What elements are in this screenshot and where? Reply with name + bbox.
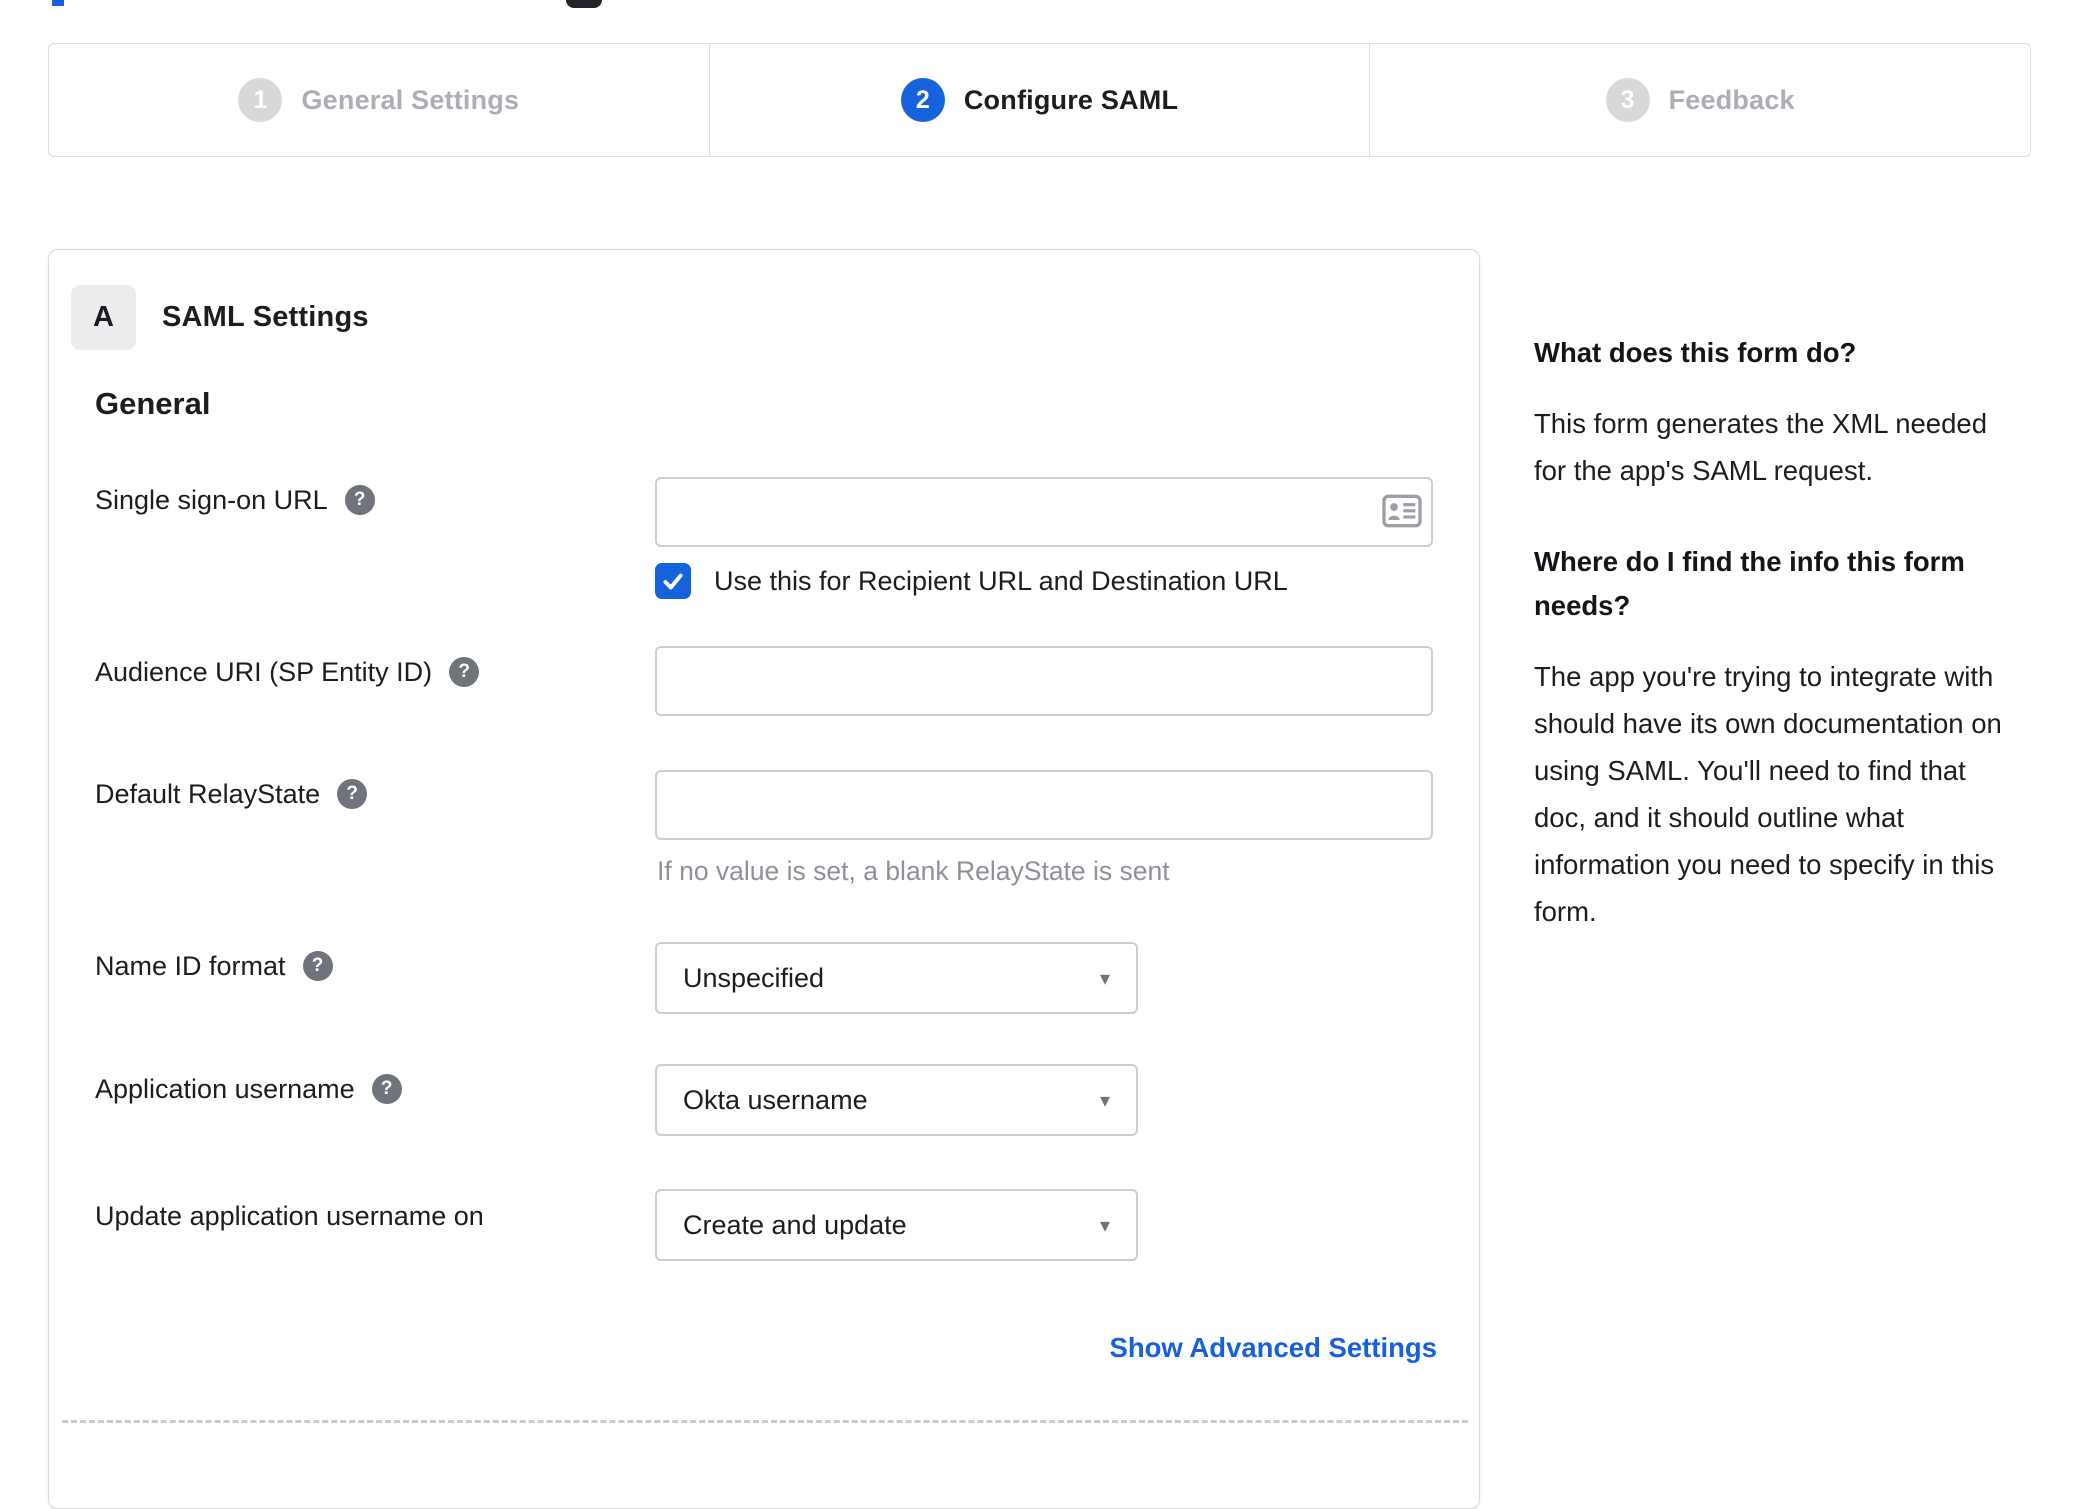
update-username-select[interactable]: Create and update ▾ [655,1189,1138,1261]
sso-url-input[interactable] [655,477,1433,547]
audience-uri-label-row: Audience URI (SP Entity ID) ? [95,650,480,694]
step-3-circle: 3 [1605,78,1650,122]
recipient-url-checkbox-label: Use this for Recipient URL and Destinati… [714,565,1288,596]
step-2-circle: 2 [900,78,945,122]
relaystate-label-row: Default RelayState ? [95,772,368,816]
relaystate-input[interactable] [655,770,1433,840]
audience-uri-input[interactable] [655,646,1433,716]
cutoff-dark-fragment [566,0,602,8]
update-username-label-row: Update application username on [95,1194,484,1238]
nameid-select[interactable]: Unspecified ▾ [655,942,1138,1014]
section-divider-dashed [62,1420,1468,1423]
nameid-select-value: Unspecified [683,962,825,993]
sso-url-label: Single sign-on URL [95,484,328,515]
sso-help-icon[interactable]: ? [344,485,375,515]
step-1-circle: 1 [238,78,283,122]
audience-help-icon[interactable]: ? [449,657,480,687]
sidebar-question-2: Where do I find the info this form needs… [1534,546,1965,621]
help-sidebar: What does this form do? This form genera… [1534,331,2021,981]
show-advanced-settings-link[interactable]: Show Advanced Settings [1109,1332,1437,1364]
step-feedback[interactable]: 3 Feedback [1369,44,2030,156]
app-username-label-row: Application username ? [95,1067,402,1111]
chevron-down-icon: ▾ [1099,1214,1110,1237]
audience-uri-label: Audience URI (SP Entity ID) [95,656,433,687]
nameid-label-row: Name ID format ? [95,944,333,988]
app-username-label: Application username [95,1073,355,1104]
checkbox-check-icon [663,573,683,590]
section-a-badge: A [71,285,136,350]
section-title: SAML Settings [162,301,369,333]
sidebar-answer-2: The app you're trying to integrate with … [1534,661,2002,927]
sso-url-label-row: Single sign-on URL ? [95,478,375,522]
update-username-select-value: Create and update [683,1209,907,1240]
sidebar-answer-1: This form generates the XML needed for t… [1534,408,1987,486]
step-3-label: Feedback [1668,84,1795,115]
sidebar-question-1: What does this form do? [1534,337,1857,368]
app-username-select-value: Okta username [683,1084,868,1115]
relaystate-hint: If no value is set, a blank RelayState i… [657,856,1170,886]
recipient-url-checkbox[interactable] [655,563,691,599]
step-configure-saml[interactable]: 2 Configure SAML [708,44,1370,156]
chevron-down-icon: ▾ [1099,967,1110,990]
step-1-label: General Settings [301,84,520,115]
cutoff-blue-fragment [52,0,64,6]
update-username-label: Update application username on [95,1200,484,1231]
step-general-settings[interactable]: 1 General Settings [49,44,709,156]
chevron-down-icon: ▾ [1099,1089,1110,1112]
app-username-select[interactable]: Okta username ▾ [655,1064,1138,1136]
app-username-help-icon[interactable]: ? [371,1074,402,1104]
general-heading: General [95,386,211,421]
contact-card-icon[interactable] [1382,494,1422,533]
nameid-label: Name ID format [95,950,286,981]
nameid-help-icon[interactable]: ? [302,951,333,981]
wizard-stepper: 1 General Settings 2 Configure SAML 3 Fe… [48,43,2031,157]
relaystate-label: Default RelayState [95,778,321,809]
step-2-label: Configure SAML [963,84,1179,115]
relaystate-help-icon[interactable]: ? [337,779,368,809]
